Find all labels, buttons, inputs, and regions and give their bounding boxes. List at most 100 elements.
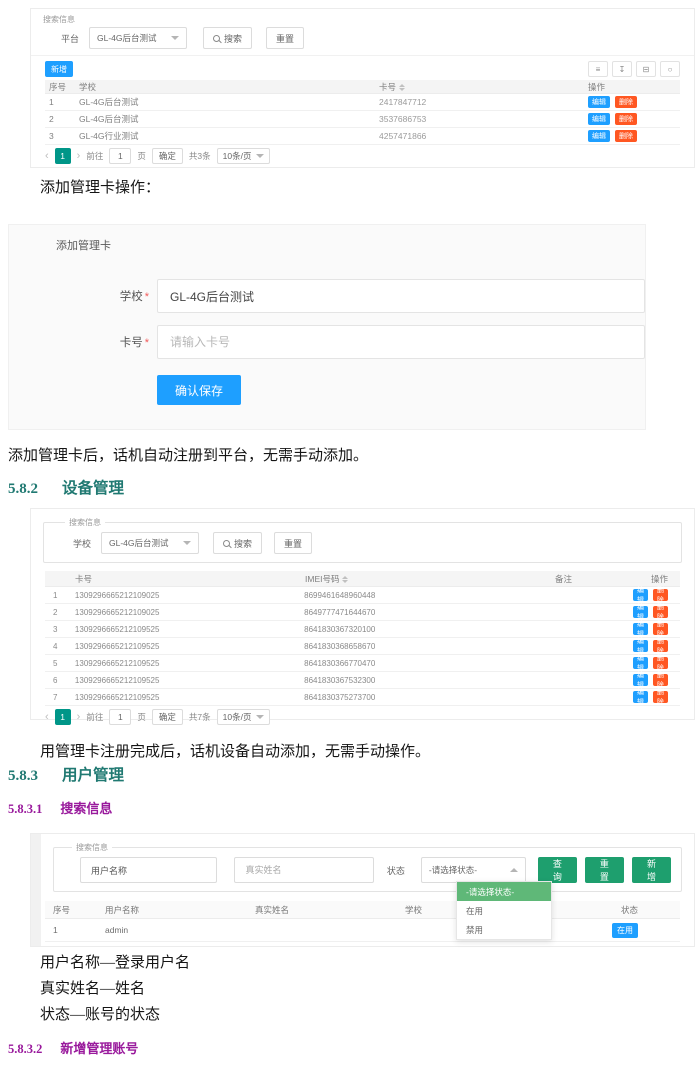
total-count: 共3条 bbox=[189, 150, 211, 162]
edit-button[interactable]: 编辑 bbox=[588, 96, 610, 108]
realname-input[interactable] bbox=[234, 857, 373, 883]
edit-button[interactable]: 编辑 bbox=[633, 640, 648, 652]
chevron-down-icon bbox=[171, 36, 179, 40]
sort-icon[interactable] bbox=[342, 576, 348, 583]
device-table: 卡号 IMEI号码 备注 操作 113092966652121090258699… bbox=[45, 571, 680, 706]
heading-5-8-3-2: 5.8.3.2 新增管理账号 bbox=[8, 1038, 138, 1057]
goto-page-input[interactable] bbox=[109, 148, 131, 164]
user-table-header: 序号 用户名称 真实姓名 学校 状态 bbox=[45, 901, 680, 919]
edit-button[interactable]: 编辑 bbox=[633, 691, 648, 703]
chevron-down-icon bbox=[256, 154, 264, 158]
platform-label: 平台 bbox=[61, 32, 79, 45]
goto-confirm-button[interactable]: 确定 bbox=[152, 148, 183, 164]
add-user-button[interactable]: 新增 bbox=[632, 857, 671, 883]
delete-button[interactable]: 删除 bbox=[653, 606, 668, 618]
school-label: 学校 bbox=[73, 537, 91, 550]
table-row: 2 GL-4G后台测试 3537686753 编辑删除 bbox=[45, 111, 680, 128]
export-icon[interactable]: ↧ bbox=[612, 61, 632, 77]
glossary-line: 状态—账号的状态 bbox=[40, 1002, 190, 1028]
dropdown-option-disabled[interactable]: 禁用 bbox=[457, 920, 551, 939]
manual-page: 搜索信息 平台 GL-4G后台测试 搜索 重置 新增 ≡ ↧ bbox=[0, 0, 700, 1068]
edit-button[interactable]: 编辑 bbox=[633, 657, 648, 669]
delete-button[interactable]: 删除 bbox=[653, 640, 668, 652]
reset-button[interactable]: 重置 bbox=[266, 27, 304, 49]
dropdown-option-active[interactable]: 在用 bbox=[457, 901, 551, 920]
col-card[interactable]: 卡号 bbox=[379, 81, 588, 93]
next-page-icon[interactable]: › bbox=[77, 151, 81, 162]
delete-button[interactable]: 删除 bbox=[653, 623, 668, 635]
delete-button[interactable]: 删除 bbox=[653, 674, 668, 686]
goto-page-input[interactable] bbox=[109, 709, 131, 725]
platform-select[interactable]: GL-4G后台测试 bbox=[89, 27, 187, 49]
required-mark: * bbox=[145, 291, 149, 303]
table-row: 613092966652121095258641830367532300 编辑删… bbox=[45, 672, 680, 689]
device-list-screenshot: 搜索信息 学校 GL-4G后台测试 搜索 重置 卡号 IME bbox=[30, 508, 695, 720]
table-row: 713092966652121095258641830375273700 编辑删… bbox=[45, 689, 680, 706]
delete-button[interactable]: 删除 bbox=[615, 130, 637, 142]
prev-page-icon[interactable]: ‹ bbox=[45, 712, 49, 723]
dropdown-option-placeholder[interactable]: -请选择状态- bbox=[457, 882, 551, 901]
more-icon[interactable]: ○ bbox=[660, 61, 680, 77]
edit-button[interactable]: 编辑 bbox=[633, 606, 648, 618]
delete-button[interactable]: 删除 bbox=[615, 96, 637, 108]
col-school: 学校 bbox=[79, 81, 379, 93]
page-unit-label: 页 bbox=[137, 150, 146, 162]
table-row: 3 GL-4G行业测试 4257471866 编辑删除 bbox=[45, 128, 680, 145]
goto-confirm-button[interactable]: 确定 bbox=[152, 709, 183, 725]
search-legend: 搜索信息 bbox=[72, 842, 112, 853]
table-row: 413092966652121095258641830368658670 编辑删… bbox=[45, 638, 680, 655]
delete-button[interactable]: 删除 bbox=[653, 691, 668, 703]
print-icon[interactable]: ⊟ bbox=[636, 61, 656, 77]
edit-button[interactable]: 编辑 bbox=[633, 674, 648, 686]
delete-button[interactable]: 删除 bbox=[615, 113, 637, 125]
filter-columns-icon[interactable]: ≡ bbox=[588, 61, 608, 77]
edit-button[interactable]: 编辑 bbox=[588, 113, 610, 125]
edit-button[interactable]: 编辑 bbox=[588, 130, 610, 142]
page-size-select[interactable]: 10条/页 bbox=[217, 148, 271, 164]
username-input[interactable]: 用户名称 bbox=[80, 857, 217, 883]
device-search-area: 搜索信息 学校 GL-4G后台测试 搜索 重置 bbox=[43, 517, 682, 563]
prev-page-icon[interactable]: ‹ bbox=[45, 151, 49, 162]
table-row: 1 admin 在用 bbox=[45, 919, 680, 942]
status-select[interactable]: -请选择状态- bbox=[421, 857, 526, 883]
col-no: 序号 bbox=[45, 81, 79, 93]
current-page[interactable]: 1 bbox=[55, 148, 71, 164]
glossary-line: 用户名称—登录用户名 bbox=[40, 950, 190, 976]
para-after-add: 添加管理卡后，话机自动注册到平台，无需手动添加。 bbox=[8, 444, 368, 465]
reset-button[interactable]: 重置 bbox=[585, 857, 624, 883]
user-mgmt-screenshot: 搜索信息 用户名称 状态 -请选择状态- 查询 重置 新增 序号 用户名称 真实… bbox=[30, 833, 695, 947]
school-select[interactable]: GL-4G后台测试 bbox=[101, 532, 199, 554]
sort-icon[interactable] bbox=[399, 84, 405, 91]
search-icon bbox=[223, 540, 230, 547]
search-legend: 搜索信息 bbox=[43, 14, 75, 25]
search-button[interactable]: 搜索 bbox=[213, 532, 262, 554]
edit-button[interactable]: 编辑 bbox=[633, 589, 648, 601]
required-mark: * bbox=[145, 337, 149, 349]
confirm-save-button[interactable]: 确认保存 bbox=[157, 375, 241, 405]
card-number-field[interactable] bbox=[157, 325, 645, 359]
card-search-area: 搜索信息 平台 GL-4G后台测试 搜索 重置 bbox=[31, 9, 694, 56]
reset-button[interactable]: 重置 bbox=[274, 532, 312, 554]
school-field-label: 学校* bbox=[9, 288, 149, 304]
col-card: 卡号 bbox=[75, 573, 305, 585]
card-pagination: ‹ 1 › 前往 页 确定 共3条 10条/页 bbox=[45, 148, 680, 164]
device-pagination: ‹ 1 › 前往 页 确定 共7条 10条/页 bbox=[45, 709, 680, 725]
delete-button[interactable]: 删除 bbox=[653, 589, 668, 601]
user-table: 序号 用户名称 真实姓名 学校 状态 1 admin 在用 bbox=[45, 901, 680, 942]
delete-button[interactable]: 删除 bbox=[653, 657, 668, 669]
add-card-button[interactable]: 新增 bbox=[45, 61, 73, 77]
school-field[interactable] bbox=[157, 279, 645, 313]
search-icon bbox=[213, 35, 220, 42]
search-button[interactable]: 搜索 bbox=[203, 27, 252, 49]
col-imei[interactable]: IMEI号码 bbox=[305, 573, 555, 585]
edit-button[interactable]: 编辑 bbox=[633, 623, 648, 635]
total-count: 共7条 bbox=[189, 711, 211, 723]
table-row: 213092966652121090258649777471644670 编辑删… bbox=[45, 604, 680, 621]
school-select-value: GL-4G后台测试 bbox=[109, 537, 169, 549]
query-button[interactable]: 查询 bbox=[538, 857, 577, 883]
device-table-header: 卡号 IMEI号码 备注 操作 bbox=[45, 571, 680, 587]
page-size-select[interactable]: 10条/页 bbox=[217, 709, 271, 725]
current-page[interactable]: 1 bbox=[55, 709, 71, 725]
card-table: 序号 学校 卡号 操作 1 GL-4G后台测试 2417847712 编辑删除 … bbox=[45, 80, 680, 145]
next-page-icon[interactable]: › bbox=[77, 712, 81, 723]
